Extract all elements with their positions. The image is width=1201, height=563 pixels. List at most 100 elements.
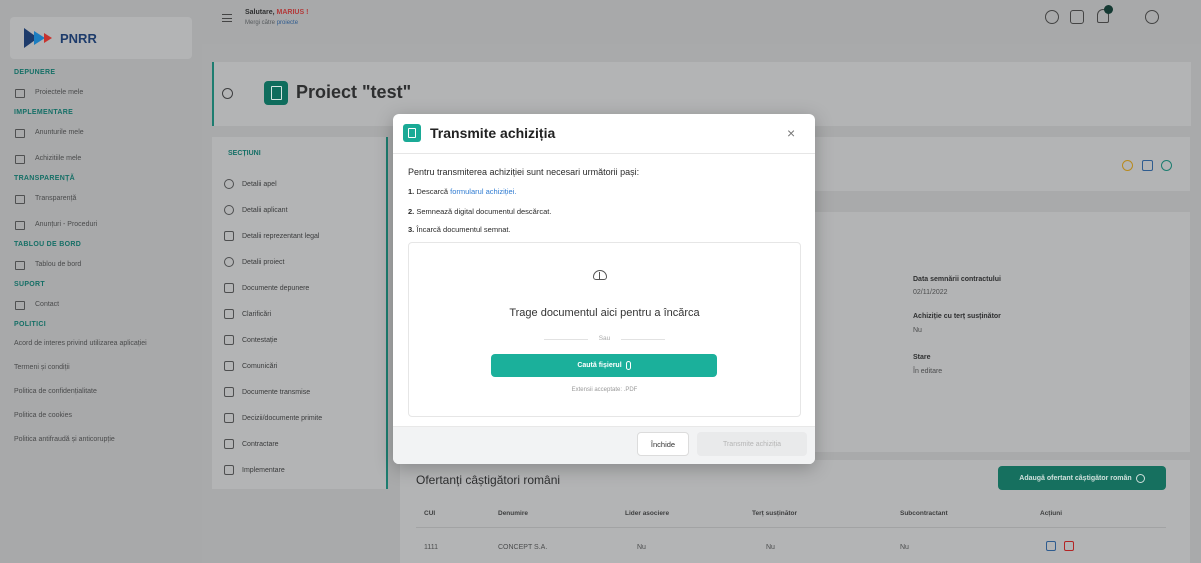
clipboard-icon bbox=[224, 309, 234, 319]
section-label: Comunicări bbox=[242, 362, 278, 370]
step-1: 1. Descarcă formularul achiziției. bbox=[408, 187, 516, 196]
detail-value-data-semnarii: 02/11/2022 bbox=[913, 289, 948, 296]
submit-arrow-icon[interactable] bbox=[1161, 160, 1172, 171]
greeting-sub-prefix: Mergi către bbox=[245, 20, 276, 26]
modal-title: Transmite achiziția bbox=[430, 125, 556, 141]
sidebar-item-proiectele-mele[interactable]: Proiectele mele bbox=[0, 80, 202, 106]
row-delete-icon[interactable] bbox=[1064, 541, 1074, 551]
nav-heading-suport: SUPORT bbox=[14, 281, 45, 288]
section-label: Clarificări bbox=[242, 310, 272, 318]
institution-icon[interactable] bbox=[1070, 10, 1084, 24]
policy-link-acord[interactable]: Acord de interes privind utilizarea apli… bbox=[0, 332, 202, 356]
modal-intro: Pentru transmiterea achiziției sunt nece… bbox=[408, 167, 640, 177]
file-icon bbox=[224, 387, 234, 397]
logo[interactable]: PNRR bbox=[10, 17, 192, 59]
step-2-number: 2. bbox=[408, 207, 415, 216]
section-label: Contestație bbox=[242, 336, 278, 344]
policy-link-cookies[interactable]: Politica de cookies bbox=[0, 404, 202, 428]
file-icon bbox=[224, 283, 234, 293]
sidebar-item-transparenta[interactable]: Transparență bbox=[0, 186, 202, 212]
notification-badge bbox=[1104, 5, 1113, 14]
section-item-detalii-proiect[interactable]: Detalii proiect bbox=[224, 249, 322, 275]
table-divider bbox=[416, 527, 1166, 528]
detail-label-tert: Achiziție cu terț susținător bbox=[913, 313, 1001, 320]
info-icon bbox=[224, 179, 234, 189]
close-button[interactable]: Închide bbox=[637, 432, 689, 456]
sidebar-item-label: Achizitiile mele bbox=[35, 155, 82, 162]
sidebar-item-tablou-de-bord[interactable]: Tablou de bord bbox=[0, 252, 202, 278]
section-label: Documente transmise bbox=[242, 388, 311, 396]
back-icon[interactable] bbox=[222, 88, 233, 99]
plus-circle-icon bbox=[1135, 473, 1145, 483]
section-label: Implementare bbox=[242, 466, 285, 474]
logo-text: PNRR bbox=[60, 30, 97, 46]
section-label: Decizii/documente primite bbox=[242, 414, 323, 422]
sidebar-item-label: Transparență bbox=[35, 195, 77, 202]
add-offeror-label: Adaugă ofertant câștigător român bbox=[1019, 474, 1132, 482]
section-label: Detalii apel bbox=[242, 180, 277, 188]
close-icon[interactable]: × bbox=[787, 126, 795, 140]
section-item-reprezentant[interactable]: Detalii reprezentant legal bbox=[224, 223, 322, 249]
section-item-detalii-aplicant[interactable]: Detalii aplicant bbox=[224, 197, 322, 223]
section-item-documente-depunere[interactable]: Documente depunere bbox=[224, 275, 322, 301]
column-header-actiuni: Acțiuni bbox=[1040, 510, 1063, 517]
sidebar-item-label: Anunturile mele bbox=[35, 129, 84, 136]
section-item-contractare[interactable]: Contractare bbox=[224, 431, 322, 457]
browse-file-label: Caută fișierul bbox=[577, 362, 622, 369]
add-offeror-button[interactable]: Adaugă ofertant câștigător român bbox=[998, 466, 1166, 490]
sections-heading: SECȚIUNI bbox=[228, 150, 261, 157]
policy-link-antifrauda[interactable]: Politica antifraudă și anticorupție bbox=[0, 428, 202, 452]
accepted-extensions: Extensii acceptate: .PDF bbox=[571, 387, 638, 393]
projects-link[interactable]: proiecte bbox=[277, 20, 298, 26]
policy-link-termeni[interactable]: Termeni și condiții bbox=[0, 356, 202, 380]
dashboard-icon bbox=[15, 260, 25, 270]
transmit-button[interactable]: Transmite achiziția bbox=[697, 432, 807, 456]
sidebar-item-achizitiile-mele[interactable]: Achizitiile mele bbox=[0, 146, 202, 172]
step-3-text: Încarcă documentul semnat. bbox=[416, 225, 511, 234]
step-2-text: Semnează digital documentul descărcat. bbox=[416, 207, 552, 216]
sidebar-item-label: Anunțuri - Proceduri bbox=[35, 221, 98, 228]
nav-heading-implementare: IMPLEMENTARE bbox=[14, 109, 74, 116]
section-item-decizii[interactable]: Decizii/documente primite bbox=[224, 405, 322, 431]
section-label: Contractare bbox=[242, 440, 279, 448]
section-item-detalii-apel[interactable]: Detalii apel bbox=[224, 171, 322, 197]
column-header-lider: Lider asociere bbox=[625, 510, 670, 517]
file-icon bbox=[224, 413, 234, 423]
policy-link-confidentialitate[interactable]: Politica de confidențialitate bbox=[0, 380, 202, 404]
greeting-prefix: Salutare, bbox=[245, 9, 275, 16]
section-item-comunicari[interactable]: Comunicări bbox=[224, 353, 322, 379]
section-item-clarificari[interactable]: Clarificări bbox=[224, 301, 322, 327]
nav-heading-transparenta: TRANSPARENȚĂ bbox=[14, 175, 76, 182]
sidebar-item-contact[interactable]: Contact bbox=[0, 292, 202, 318]
mail-icon bbox=[15, 300, 25, 310]
sidebar-item-label: Proiectele mele bbox=[35, 89, 84, 96]
settings-icon[interactable] bbox=[1145, 10, 1159, 24]
app-root: PNRR DEPUNERE Proiectele mele IMPLEMENTA… bbox=[0, 0, 1201, 563]
section-item-documente-transmise[interactable]: Documente transmise bbox=[224, 379, 322, 405]
cell-tert: Nu bbox=[766, 544, 775, 551]
menu-icon[interactable] bbox=[222, 14, 232, 22]
step-1-text: Descarcă bbox=[416, 187, 449, 196]
section-item-contestatie[interactable]: Contestație bbox=[224, 327, 322, 353]
nav-heading-politici: POLITICI bbox=[14, 321, 46, 328]
help-icon[interactable] bbox=[1045, 10, 1059, 24]
document-icon bbox=[15, 88, 25, 98]
section-item-implementare[interactable]: Implementare bbox=[224, 457, 322, 483]
cell-lider: Nu bbox=[637, 544, 646, 551]
nav-heading-depunere: DEPUNERE bbox=[14, 69, 56, 76]
sidebar-item-anunturi-proceduri[interactable]: Anunțuri - Proceduri bbox=[0, 212, 202, 238]
download-form-link[interactable]: formularul achiziției. bbox=[450, 187, 516, 196]
row-edit-icon[interactable] bbox=[1046, 541, 1056, 551]
step-2: 2. Semnează digital documentul descărcat… bbox=[408, 207, 551, 216]
detail-value-tert: Nu bbox=[913, 327, 922, 334]
sidebar-item-anunturile-mele[interactable]: Anunturile mele bbox=[0, 120, 202, 146]
detail-value-stare: În editare bbox=[913, 368, 943, 375]
warning-circle-icon[interactable] bbox=[1122, 160, 1133, 171]
column-header-denumire: Denumire bbox=[498, 510, 528, 517]
upload-document-icon bbox=[403, 124, 421, 142]
layout-icon bbox=[224, 465, 234, 475]
column-header-cui: CUI bbox=[424, 510, 436, 517]
browse-file-button[interactable]: Caută fișierul bbox=[491, 354, 717, 377]
folder-icon bbox=[15, 128, 25, 138]
edit-icon[interactable] bbox=[1142, 160, 1153, 171]
